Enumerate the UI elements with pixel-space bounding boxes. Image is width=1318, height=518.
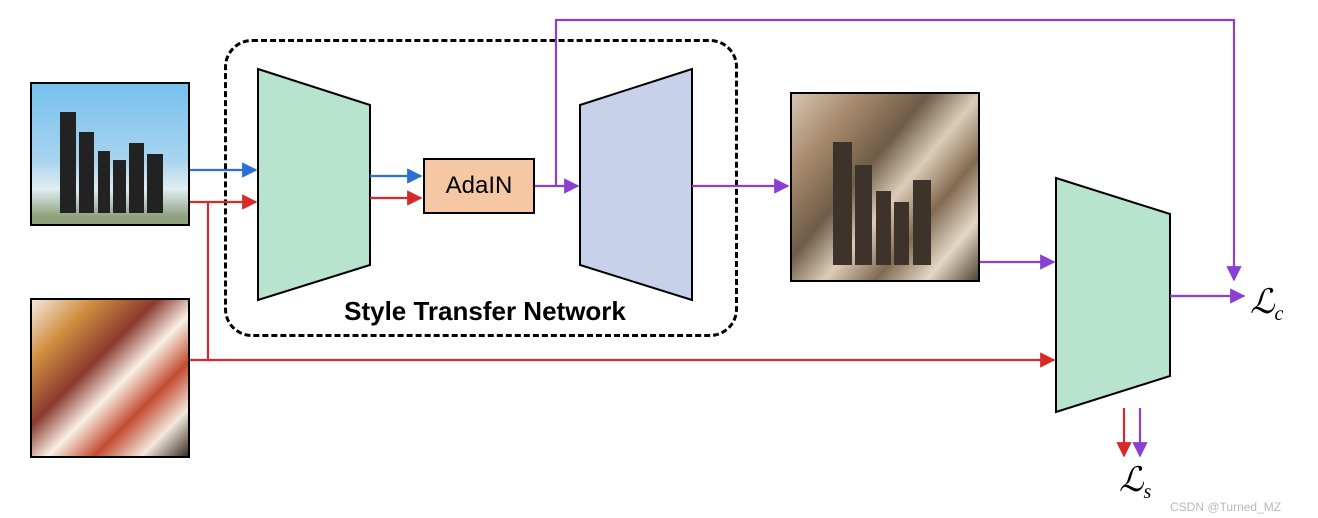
content-input-image [30,82,190,226]
decoder-label: Decoder [625,128,651,248]
watermark: CSDN @Turned_MZ [1170,500,1281,514]
style-transfer-network-caption: Style Transfer Network [325,296,645,327]
vgg-encoder-1-label: VGG Encoder [284,138,337,258]
vgg-encoder-2-label: VGG Encoder [1084,248,1137,368]
adain-label: AdaIN [446,172,513,200]
style-loss-label: ℒs [1119,460,1151,504]
style-input-image [30,298,190,458]
adain-block: AdaIN [423,158,535,214]
stylized-output-image [790,92,980,282]
content-loss-label: ℒc [1250,282,1283,326]
